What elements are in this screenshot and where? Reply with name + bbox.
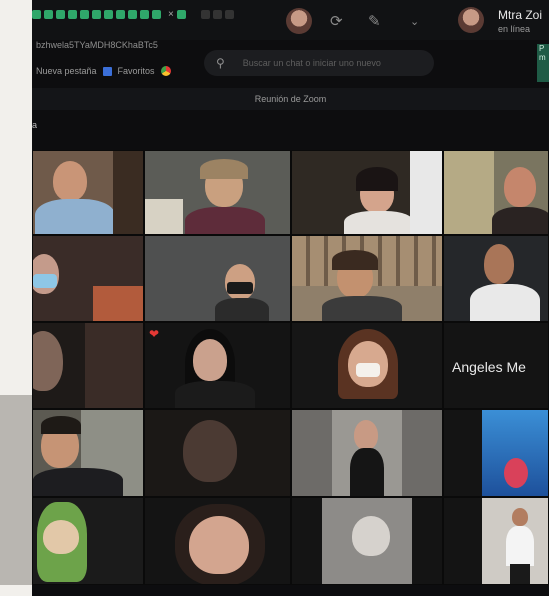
tab[interactable] [140,10,149,19]
meeting-title: Reunión de Zoom [254,94,327,104]
participant-video-tile[interactable] [443,150,549,235]
new-chat-icon[interactable]: ✎ [368,12,381,30]
search-icon: ⚲ [216,56,225,70]
tab[interactable] [92,10,101,19]
tab[interactable] [44,10,53,19]
participant-video-tile[interactable] [32,150,144,235]
participant-video-tile[interactable] [144,409,291,497]
tab[interactable] [152,10,161,19]
tab[interactable] [80,10,89,19]
status-refresh-icon[interactable]: ⟳ [330,12,343,30]
participant-video-tile[interactable] [291,409,443,497]
participant-name-tile[interactable]: Angeles Me [443,322,549,409]
participant-video-tile[interactable] [443,497,549,585]
participant-video-tile[interactable] [144,150,291,235]
tab[interactable] [56,10,65,19]
participant-video-tile[interactable] [291,235,443,322]
chevron-down-icon[interactable]: ⌄ [410,15,419,28]
participant-name: Angeles Me [452,359,526,375]
browser-tabs: × [32,10,234,24]
participant-video-tile[interactable] [144,235,291,322]
search-placeholder: Buscar un chat o iniciar uno nuevo [242,58,381,68]
contact-avatar[interactable] [458,7,484,33]
participant-video-tile[interactable] [32,409,144,497]
chrome-icon[interactable] [160,66,171,76]
participant-video-tile[interactable] [443,409,549,497]
tab[interactable] [104,10,113,19]
chat-search-box[interactable]: ⚲ Buscar un chat o iniciar uno nuevo [204,50,434,76]
contact-name[interactable]: Mtra Zoi [498,8,542,22]
photo-left-shadow [0,395,32,585]
side-label: a [32,120,38,130]
participant-video-tile[interactable] [291,150,443,235]
participant-video-tile[interactable] [443,235,549,322]
tab[interactable] [212,10,222,19]
tab[interactable] [128,10,137,19]
bookmark-icon [102,66,112,76]
tab[interactable] [116,10,125,19]
tab[interactable] [32,10,41,19]
green-badge: P m [537,44,549,82]
participant-video-tile[interactable] [32,497,144,585]
participant-video-tile[interactable] [32,322,144,409]
address-bar[interactable]: bzhwela5TYaMDH8CKhaBTc5 [32,40,201,58]
heart-icon: ❤ [149,327,160,341]
tab[interactable] [68,10,77,19]
tab[interactable] [200,10,210,19]
participant-video-tile[interactable] [291,497,443,585]
participant-video-tile[interactable] [144,497,291,585]
zoom-window: × ⟳ ✎ ⌄ Mtra Zoi en línea bzhwela5TYaMDH… [32,0,549,596]
zoom-title-bar: Reunión de Zoom [32,88,549,110]
participant-video-tile[interactable]: ❤ [144,322,291,409]
contact-status: en línea [498,24,531,34]
participant-video-tile[interactable] [32,235,144,322]
video-grid: ❤ Angeles Me [32,150,549,585]
self-avatar[interactable] [286,8,312,34]
tab[interactable] [176,10,186,19]
participant-video-tile[interactable] [291,322,443,409]
bookmark-favorites[interactable]: Favoritos [118,66,155,76]
bookmarks-bar: Nueva pestaña Favoritos [32,60,201,82]
browser-topbar: × ⟳ ✎ ⌄ Mtra Zoi en línea [32,0,549,40]
close-tab-icon[interactable]: × [168,10,174,24]
bookmark-new-tab[interactable]: Nueva pestaña [36,66,97,76]
tab[interactable] [224,10,234,19]
